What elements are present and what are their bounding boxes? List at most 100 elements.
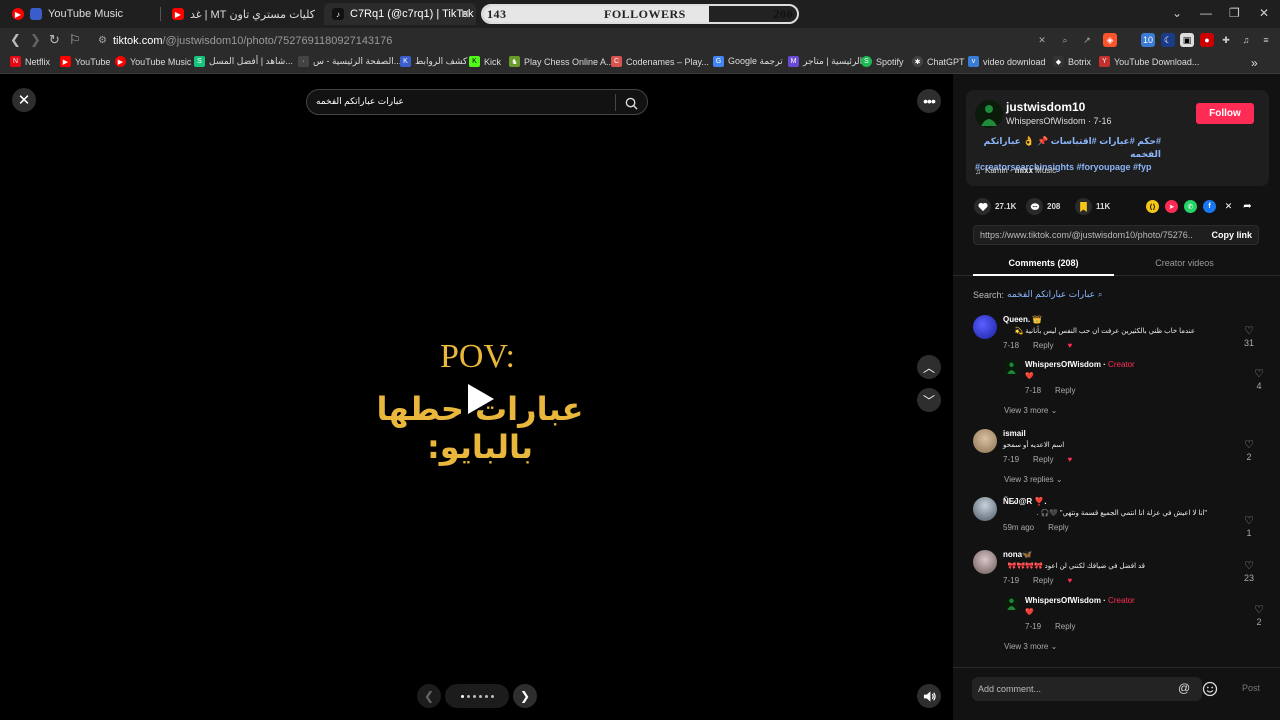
commenter-name[interactable]: ÑE̷J@R ❣️.	[1003, 497, 1047, 506]
bookmark-icon[interactable]: ⚐	[69, 32, 81, 48]
commenter-avatar[interactable]	[973, 429, 997, 453]
caption-line-arabic[interactable]: #حكم #عبارات #اقتباسات 📌 👌 عباراتكم الفخ…	[975, 135, 1161, 161]
previous-slide-button[interactable]: ❮	[417, 684, 441, 708]
extension-counter-icon[interactable]: 10	[1141, 33, 1155, 47]
menu-icon[interactable]: ≡	[1259, 33, 1273, 47]
share-arrow-icon[interactable]: ➦	[1241, 200, 1254, 213]
bookmark-video-download[interactable]: v video download	[968, 56, 1046, 67]
comment-like-button[interactable]: ♡ 2	[1241, 437, 1257, 462]
close-window-icon[interactable]: ✕	[1259, 6, 1269, 20]
commenter-name[interactable]: ismail	[1003, 429, 1026, 438]
post-url-text[interactable]: https://www.tiktok.com/@justwisdom10/pho…	[980, 230, 1192, 240]
bookmark-youtube[interactable]: ▶ YouTube	[60, 56, 110, 67]
copy-link-button[interactable]: Copy link	[1211, 230, 1252, 240]
play-icon[interactable]	[462, 381, 498, 417]
send-to-friends-icon[interactable]: ➤	[1165, 200, 1178, 213]
reply-button[interactable]: Reply	[1055, 386, 1075, 395]
reply-like-button[interactable]: ♡ 2	[1251, 602, 1267, 627]
commenter-name[interactable]: Queen. 👑	[1003, 315, 1042, 324]
close-viewer-button[interactable]: ✕	[12, 88, 36, 112]
bookmark-link-detector[interactable]: K كشف الروابط	[400, 56, 467, 67]
bookmark-chatgpt[interactable]: ✱ ChatGPT	[912, 56, 965, 67]
comment-like-button[interactable]: ♡ 23	[1241, 558, 1257, 583]
slide-dot[interactable]	[478, 694, 482, 698]
reply-button[interactable]: Reply	[1033, 455, 1053, 464]
browser-tab-tiktok[interactable]: ♪ C7Rq1 (@c7rq1) | TikTok ✕	[324, 3, 476, 25]
tab-search-icon[interactable]: ⌄	[1172, 6, 1182, 20]
bookmark-youtube-download[interactable]: Y YouTube Download...	[1099, 56, 1199, 67]
bookmark-shahid[interactable]: S شاهد | أفضل المسل...	[194, 56, 293, 67]
more-options-button[interactable]: •••	[917, 89, 941, 113]
creator-avatar[interactable]	[975, 100, 1003, 128]
extension-square-icon[interactable]: ▣	[1180, 33, 1194, 47]
slide-dot[interactable]	[490, 694, 494, 698]
facebook-icon[interactable]: f	[1203, 200, 1216, 213]
bookmark-botrix[interactable]: ◆ Botrix	[1053, 56, 1091, 67]
comment-like-button[interactable]: ♡ 31	[1241, 323, 1257, 348]
slide-dot[interactable]	[460, 694, 464, 698]
commenter-avatar[interactable]	[973, 550, 997, 574]
sound-link[interactable]: ♫ Kamin - 𝐦𝐢𝐱𝐱 Music	[975, 166, 1056, 176]
close-tab-icon[interactable]: ✕	[460, 7, 470, 21]
search-button[interactable]	[621, 93, 641, 113]
slide-dot[interactable]	[466, 694, 470, 698]
minimize-icon[interactable]: —	[1200, 6, 1212, 20]
follow-button[interactable]: Follow	[1196, 103, 1254, 124]
reply-button[interactable]: Reply	[1033, 576, 1053, 585]
bookmark-homepage[interactable]: · الصفحة الرئيسية - س...	[298, 56, 401, 67]
browser-tab-youtube-music[interactable]: ▶ YouTube Music	[4, 3, 154, 25]
reply-button[interactable]: Reply	[1055, 622, 1075, 631]
bookmark-youtube-music[interactable]: ▶ YouTube Music	[115, 56, 191, 67]
like-stat[interactable]: 27.1K	[974, 198, 1016, 215]
commenter-avatar[interactable]	[973, 497, 997, 521]
more-bookmarks-icon[interactable]: »	[1251, 56, 1258, 70]
comment-stat[interactable]: 208	[1026, 198, 1060, 215]
search-input[interactable]: عبارات عباراتكم الفخمه	[316, 96, 404, 107]
share-page-icon[interactable]: ↗	[1080, 33, 1094, 47]
extension-record-icon[interactable]: ●	[1200, 33, 1214, 47]
slide-dot[interactable]	[472, 694, 476, 698]
view-more-replies[interactable]: View 3 more ⌄	[1004, 406, 1057, 415]
whatsapp-icon[interactable]: ✆	[1184, 200, 1197, 213]
bookmark-spotify[interactable]: S Spotify	[861, 56, 904, 67]
view-replies[interactable]: View 3 replies ⌄	[1004, 475, 1063, 484]
media-icon[interactable]: ♫	[1239, 33, 1253, 47]
previous-post-button[interactable]: ︿	[917, 355, 941, 379]
site-info-icon[interactable]: ⚙	[98, 35, 107, 46]
add-comment-input[interactable]	[972, 677, 1202, 701]
maximize-icon[interactable]: ❐	[1229, 6, 1240, 20]
tab-comments[interactable]: Comments (208)	[973, 252, 1114, 276]
creator-reply-avatar[interactable]	[1004, 360, 1019, 375]
browser-tab-youtube-video[interactable]: ▶ (104) #45 كليات مستري تاون MT | غد	[164, 3, 318, 25]
translate-icon[interactable]: ✕	[1035, 33, 1049, 47]
brave-shield-icon[interactable]: ◈	[1103, 33, 1117, 47]
extension-moon-icon[interactable]: ☾	[1161, 33, 1175, 47]
save-stat[interactable]: 11K	[1075, 198, 1110, 215]
comment-search-link[interactable]: Search: عبارات عباراتكم الفخمه ⌕	[973, 289, 1102, 300]
bookmark-codenames[interactable]: C Codenames – Play...	[611, 56, 709, 67]
slide-dot[interactable]	[484, 694, 488, 698]
bookmark-netflix[interactable]: N Netflix	[10, 56, 50, 67]
back-icon[interactable]: ❮	[10, 32, 21, 48]
reload-icon[interactable]: ↻	[49, 32, 60, 48]
bookmark-kick[interactable]: K Kick	[469, 56, 501, 67]
bookmark-google-translate[interactable]: G Google ترجمة	[713, 56, 783, 67]
forward-icon[interactable]: ❯	[30, 32, 41, 48]
address-bar[interactable]: ⚙ tiktok.com/@justwisdom10/photo/7527691…	[90, 30, 1120, 50]
creator-reply-avatar[interactable]	[1004, 596, 1019, 611]
reply-button[interactable]: Reply	[1048, 523, 1068, 532]
commenter-avatar[interactable]	[973, 315, 997, 339]
extensions-icon[interactable]: ✚	[1219, 33, 1233, 47]
mention-icon[interactable]: @	[1178, 681, 1194, 697]
search-bar[interactable]: عبارات عباراتكم الفخمه	[306, 89, 648, 115]
creator-username[interactable]: justwisdom10	[1006, 100, 1085, 114]
commenter-name[interactable]: nona🦋	[1003, 550, 1032, 559]
reply-button[interactable]: Reply	[1033, 341, 1053, 350]
volume-button[interactable]	[917, 684, 941, 708]
reply-like-button[interactable]: ♡ 4	[1251, 366, 1267, 391]
embed-icon[interactable]: ⟨⟩	[1146, 200, 1159, 213]
view-more-replies[interactable]: View 3 more ⌄	[1004, 642, 1057, 651]
next-post-button[interactable]: ﹀	[917, 388, 941, 412]
tab-creator-videos[interactable]: Creator videos	[1114, 252, 1255, 276]
bookmark-chess[interactable]: ♞ Play Chess Online A...	[509, 56, 614, 67]
